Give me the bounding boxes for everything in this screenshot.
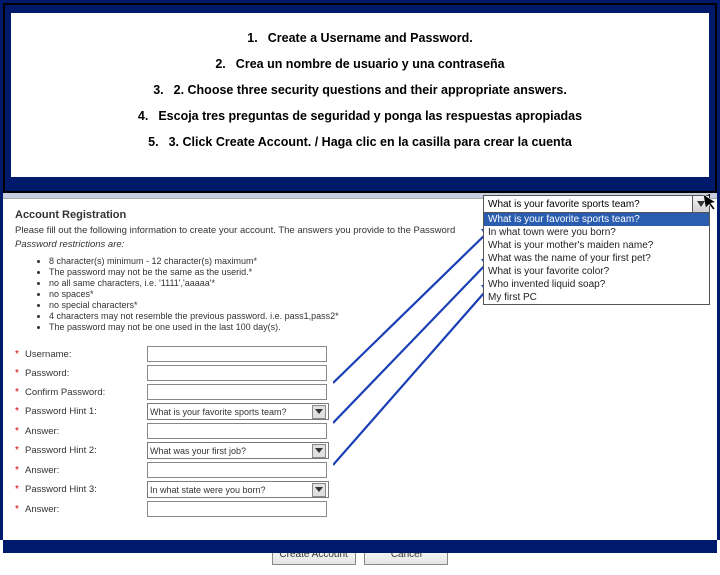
label-confirm-password: Confirm Password:: [25, 387, 147, 398]
password-input[interactable]: [147, 365, 327, 381]
dropdown-option[interactable]: My first PC: [484, 291, 709, 304]
required-asterisk: *: [15, 465, 25, 476]
required-asterisk: *: [15, 368, 25, 379]
required-asterisk: *: [15, 426, 25, 437]
dropdown-selected[interactable]: What is your favorite sports team?: [483, 195, 693, 213]
required-asterisk: *: [15, 504, 25, 515]
hint3-select[interactable]: In what state were you born?: [147, 481, 329, 498]
required-asterisk: *: [15, 406, 25, 417]
label-hint3: Password Hint 3:: [25, 484, 147, 495]
hint3-value: In what state were you born?: [150, 485, 266, 495]
dropdown-option[interactable]: What is your favorite color?: [484, 265, 709, 278]
annotation-arrow: [333, 279, 513, 484]
required-asterisk: *: [15, 349, 25, 360]
answer2-input[interactable]: [147, 462, 327, 478]
instructions-box: 1.Create a Username and Password. 2.Crea…: [11, 13, 709, 177]
label-hint1: Password Hint 1:: [25, 406, 147, 417]
required-asterisk: *: [15, 445, 25, 456]
label-password: Password:: [25, 368, 147, 379]
dropdown-option[interactable]: In what town were you born?: [484, 226, 709, 239]
dropdown-option[interactable]: Who invented liquid soap?: [484, 278, 709, 291]
answer3-input[interactable]: [147, 501, 327, 517]
dropdown-option[interactable]: What is your favorite sports team?: [484, 213, 709, 226]
hint1-value: What is your favorite sports team?: [150, 407, 287, 417]
hint2-select[interactable]: What was your first job?: [147, 442, 329, 459]
username-input[interactable]: [147, 346, 327, 362]
answer1-input[interactable]: [147, 423, 327, 439]
hint1-select[interactable]: What is your favorite sports team?: [147, 403, 329, 420]
chevron-down-icon: [312, 444, 326, 458]
confirm-password-input[interactable]: [147, 384, 327, 400]
instruction-2: 2.Crea un nombre de usuario y una contra…: [21, 57, 699, 71]
dropdown-option[interactable]: What was the name of your first pet?: [484, 252, 709, 265]
row-answer3: * Answer:: [15, 501, 705, 517]
required-asterisk: *: [15, 387, 25, 398]
mouse-cursor-icon: [703, 192, 720, 215]
instruction-3: 3.2. Choose three security questions and…: [21, 83, 699, 97]
dropdown-option[interactable]: What is your mother's maiden name?: [484, 239, 709, 252]
label-username: Username:: [25, 349, 147, 360]
label-answer3: Answer:: [25, 504, 147, 515]
chevron-down-icon: [312, 483, 326, 497]
label-hint2: Password Hint 2:: [25, 445, 147, 456]
instruction-1: 1.Create a Username and Password.: [21, 31, 699, 45]
security-question-dropdown: 1 What is your favorite sports team? Wha…: [483, 195, 710, 305]
bottom-frame-bar: [3, 540, 717, 553]
instruction-5: 5.3. Click Create Account. / Haga clic e…: [21, 135, 699, 149]
chevron-down-icon: [312, 405, 326, 419]
label-answer2: Answer:: [25, 465, 147, 476]
dropdown-list: What is your favorite sports team? In wh…: [483, 213, 710, 305]
required-asterisk: *: [15, 484, 25, 495]
hint2-value: What was your first job?: [150, 446, 246, 456]
registration-screenshot: Account Registration Please fill out the…: [3, 193, 717, 553]
instruction-4: 4.Escoja tres preguntas de seguridad y p…: [21, 109, 699, 123]
label-answer1: Answer:: [25, 426, 147, 437]
